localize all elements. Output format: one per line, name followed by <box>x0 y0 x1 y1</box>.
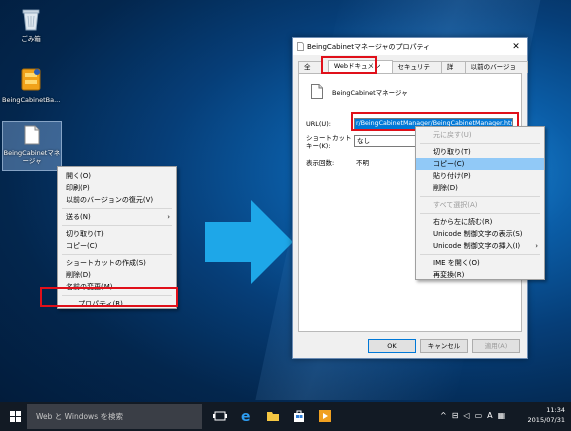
url-label: URL(U): <box>306 120 331 128</box>
volume-icon[interactable]: ◁ <box>463 411 474 420</box>
clock-date: 2015/07/31 <box>527 416 565 424</box>
ok-button[interactable]: OK <box>368 339 416 353</box>
menu-item-copy[interactable]: コピー(C) <box>58 240 176 252</box>
store-icon[interactable] <box>292 409 306 423</box>
menu-item-cut[interactable]: 切り取り(T) <box>416 146 544 158</box>
menu-item-open-ime[interactable]: IME を開く(O) <box>416 257 544 269</box>
svg-text:e: e <box>241 409 251 423</box>
menu-item-paste[interactable]: 貼り付け(P) <box>416 170 544 182</box>
recycle-bin-icon <box>2 7 60 33</box>
menu-separator <box>62 208 172 209</box>
right-arrow-icon <box>205 200 293 286</box>
document-icon <box>311 84 323 101</box>
shortcut-label-line2: キー(K): <box>306 142 331 150</box>
menu-item-select-all[interactable]: すべて選択(A) <box>416 199 544 211</box>
menu-item-copy[interactable]: コピー(C) <box>416 158 544 170</box>
menu-item-reconvert[interactable]: 再変換(R) <box>416 269 544 281</box>
menu-separator <box>420 196 540 197</box>
close-icon[interactable]: ✕ <box>505 42 527 52</box>
menu-item-label: 送る(N) <box>66 213 91 221</box>
menu-item-label: Unicode 制御文字の挿入(I) <box>433 242 521 250</box>
apply-button[interactable]: 適用(A) <box>472 339 520 353</box>
document-icon <box>3 122 61 147</box>
clock[interactable]: 11:34 2015/07/31 <box>528 405 565 425</box>
media-player-icon[interactable] <box>318 409 332 423</box>
windows-start-icon[interactable] <box>10 411 21 424</box>
dialog-title: BeingCabinetマネージャのプロパティ <box>307 42 431 51</box>
tab-general[interactable]: 全般 <box>298 61 323 82</box>
cabinet-app-icon <box>2 66 60 94</box>
menu-separator <box>62 225 172 226</box>
menu-item-restore-previous-versions[interactable]: 以前のバージョンの復元(V) <box>58 194 176 206</box>
desktop-icon-label: BeingCabinetBa... <box>2 96 61 104</box>
menu-item-cut[interactable]: 切り取り(T) <box>58 228 176 240</box>
task-view-icon[interactable] <box>213 409 227 423</box>
notification-icon[interactable]: ▭ <box>475 411 488 420</box>
web-document-tab-callout <box>321 56 377 74</box>
file-name-label: BeingCabinetマネージャ <box>332 89 408 97</box>
desktop: ごみ箱 BeingCabinetBa... BeingCabinetマネージャ … <box>0 0 571 431</box>
menu-item-open[interactable]: 開く(O) <box>58 170 176 182</box>
visits-value: 不明 <box>356 159 369 167</box>
taskbar-search-box[interactable]: Web と Windows を検索 <box>27 404 202 429</box>
properties-callout-highlight <box>40 287 178 307</box>
menu-item-print[interactable]: 印刷(P) <box>58 182 176 194</box>
chevron-right-icon: › <box>535 242 538 250</box>
shortcut-label-line1: ショートカット <box>306 134 352 142</box>
desktop-icon-label: BeingCabinetマネージャ <box>3 149 61 165</box>
menu-separator <box>62 254 172 255</box>
menu-item-delete[interactable]: 削除(D) <box>58 269 176 281</box>
visits-label: 表示回数: <box>306 159 335 167</box>
network-icon[interactable]: ⊟ <box>452 411 464 420</box>
chevron-right-icon: › <box>167 213 170 221</box>
file-explorer-icon[interactable] <box>266 409 280 423</box>
system-tray: ^⊟◁▭A▦ <box>440 411 510 420</box>
beingcabinet-app-icon-item[interactable]: BeingCabinetBa... <box>2 66 60 104</box>
chevron-up-icon[interactable]: ^ <box>440 411 452 420</box>
beingcabinet-manager-file-icon-item[interactable]: BeingCabinetマネージャ <box>2 121 62 171</box>
ime-indicator[interactable]: A <box>487 411 497 420</box>
menu-item-create-shortcut[interactable]: ショートカットの作成(S) <box>58 257 176 269</box>
clock-time: 11:34 <box>546 406 565 414</box>
menu-item-show-unicode-control[interactable]: Unicode 制御文字の表示(S) <box>416 228 544 240</box>
tab-details[interactable]: 詳細 <box>440 61 466 82</box>
desktop-icon-label: ごみ箱 <box>21 35 41 43</box>
menu-item-right-to-left[interactable]: 右から左に読む(R) <box>416 216 544 228</box>
menu-item-delete[interactable]: 削除(D) <box>416 182 544 194</box>
menu-separator <box>420 254 540 255</box>
shortcut-key-label: ショートカット キー(K): <box>306 134 352 150</box>
menu-item-send-to[interactable]: 送る(N) › <box>58 211 176 223</box>
tab-security[interactable]: セキュリティ <box>391 61 442 82</box>
menu-item-undo[interactable]: 元に戻す(U) <box>416 129 544 141</box>
dialog-titlebar: BeingCabinetマネージャのプロパティ ✕ <box>293 38 527 55</box>
edge-browser-icon[interactable]: e <box>240 409 254 425</box>
tab-previous-versions[interactable]: 以前のバージョン <box>464 61 528 82</box>
taskbar: Web と Windows を検索 e ^⊟◁▭A▦ 11:34 2015/07… <box>0 402 571 431</box>
cancel-button[interactable]: キャンセル <box>420 339 468 353</box>
edit-context-menu: 元に戻す(U) 切り取り(T) コピー(C) 貼り付け(P) 削除(D) すべて… <box>415 126 545 280</box>
document-icon <box>297 42 304 53</box>
menu-item-insert-unicode-control[interactable]: Unicode 制御文字の挿入(I) › <box>416 240 544 252</box>
recycle-bin-icon-item[interactable]: ごみ箱 <box>2 7 60 43</box>
ime-mode-icon[interactable]: ▦ <box>498 411 511 420</box>
menu-separator <box>420 213 540 214</box>
menu-separator <box>420 143 540 144</box>
